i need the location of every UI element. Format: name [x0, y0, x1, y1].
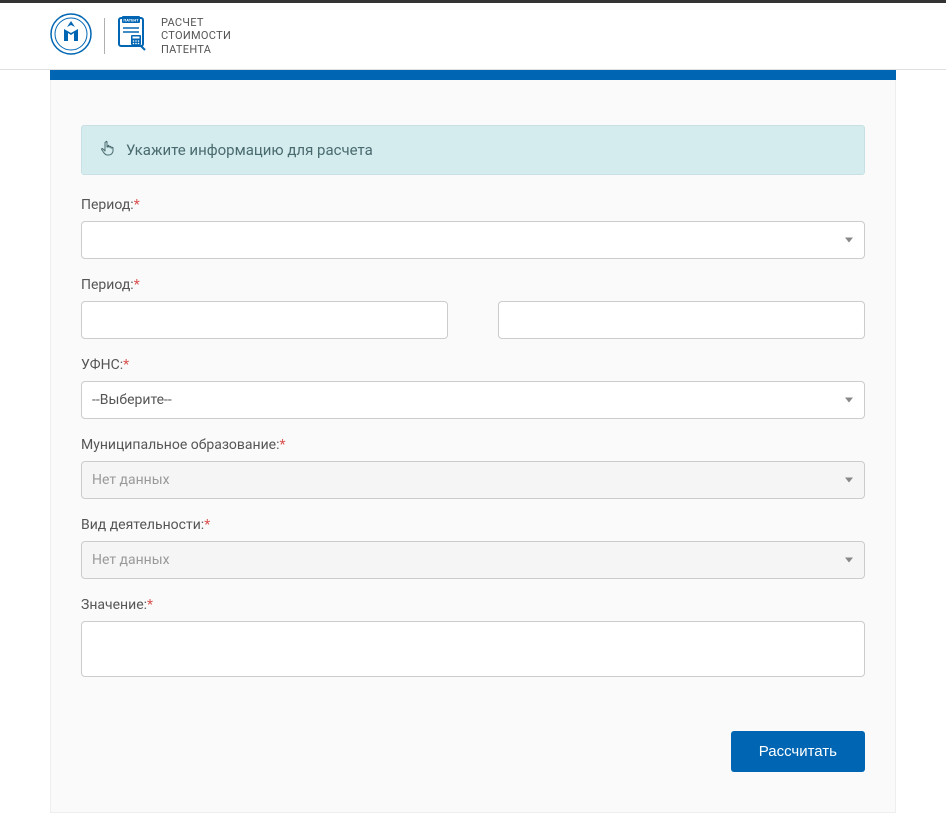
field-value: Значение:* — [81, 597, 865, 681]
field-period1: Период:* — [81, 197, 865, 259]
header-title-line2: СТОИМОСТИ — [161, 29, 231, 42]
label-ufns: УФНС:* — [81, 357, 865, 373]
header-title-line1: РАСЧЕТ — [161, 16, 231, 29]
form-card: Укажите информацию для расчета Период:* … — [50, 80, 896, 813]
label-value: Значение:* — [81, 597, 865, 613]
field-municipality: Муниципальное образование:* Нет данных — [81, 437, 865, 499]
field-ufns: УФНС:* --Выберите-- — [81, 357, 865, 419]
label-period1: Период:* — [81, 197, 865, 213]
emblem-logo — [50, 13, 92, 59]
svg-text:ПАТЕНТ: ПАТЕНТ — [123, 18, 139, 23]
info-banner-text: Укажите информацию для расчета — [126, 141, 373, 159]
main-content: Укажите информацию для расчета Период:* … — [0, 70, 946, 813]
input-period2-to[interactable] — [498, 301, 865, 339]
field-activity: Вид деятельности:* Нет данных — [81, 517, 865, 579]
header-title-line3: ПАТЕНТА — [161, 43, 231, 56]
patent-icon: ПАТЕНТ — [117, 16, 149, 56]
header: ПАТЕНТ РАСЧЕТ СТОИМОСТИ ПАТЕНТА — [0, 3, 946, 70]
button-row: Рассчитать — [81, 731, 865, 772]
input-period2-from[interactable] — [81, 301, 448, 339]
header-title: РАСЧЕТ СТОИМОСТИ ПАТЕНТА — [161, 16, 231, 56]
pointer-icon — [100, 140, 116, 160]
input-value[interactable] — [81, 621, 865, 677]
select-municipality[interactable]: Нет данных — [81, 461, 865, 499]
info-banner: Укажите информацию для расчета — [81, 125, 865, 175]
select-ufns[interactable]: --Выберите-- — [81, 381, 865, 419]
select-period1[interactable] — [81, 221, 865, 259]
select-activity[interactable]: Нет данных — [81, 541, 865, 579]
accent-bar — [50, 70, 896, 80]
logo-divider — [104, 18, 105, 54]
label-activity: Вид деятельности:* — [81, 517, 865, 533]
calculate-button[interactable]: Рассчитать — [731, 731, 865, 772]
label-municipality: Муниципальное образование:* — [81, 437, 865, 453]
label-period2: Период:* — [81, 277, 865, 293]
field-period2: Период:* — [81, 277, 865, 339]
